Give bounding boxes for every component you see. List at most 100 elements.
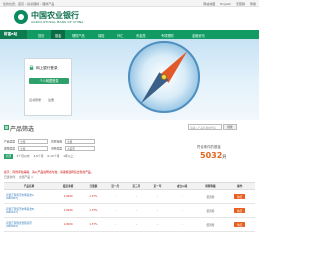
product-type-select[interactable]: 全部 — [18, 139, 49, 144]
nav-item-wealth[interactable]: 理财产品 — [72, 33, 85, 38]
nav-item-special[interactable]: 专项理财 — [161, 33, 174, 38]
product-name-cell[interactable]: 农银汇理货币市场基金A (660007) — [4, 189, 54, 204]
buy-button[interactable]: 购买 — [234, 221, 246, 228]
chip-3-6m[interactable]: 3-6个月 — [33, 154, 43, 158]
product-type-label: 产品类型 — [4, 139, 16, 144]
product-code: (000653) — [6, 225, 18, 228]
product-code: (660007) — [6, 197, 18, 200]
m3-cell: - — [125, 203, 147, 218]
m1-cell: - — [104, 189, 126, 204]
currency-select[interactable]: 人民币 — [65, 146, 96, 151]
since-cell: - — [168, 217, 197, 232]
since-cell: - — [168, 189, 197, 204]
filter-form: 产品类型 全部 风险等级 全部 期限类型 全部 币种类型 人民币 全部 3个月以… — [4, 139, 164, 169]
chip-6-12m[interactable]: 6-12个月 — [47, 154, 59, 158]
selected-conditions: 已选条件： 全部产品 × — [4, 175, 34, 179]
table-row: 农银汇理现金管理货币 (000653) 1.0000 1.37% - - - - … — [4, 217, 255, 232]
buy-button[interactable]: 购买 — [234, 207, 246, 214]
login-button[interactable]: 个人网银登录 — [29, 78, 69, 84]
term-type-select[interactable]: 全部 — [18, 146, 49, 151]
login-panel: 网上银行登录 个人网银登录 证书登录 注册 — [24, 58, 72, 116]
buy-button[interactable]: 购买 — [234, 193, 246, 200]
term-type-label: 期限类型 — [4, 146, 16, 151]
since-cell: - — [168, 203, 197, 218]
login-title: 网上银行登录 — [36, 66, 58, 70]
risk-cell: 低风险 — [196, 203, 225, 218]
product-code: (660107) — [6, 211, 18, 214]
filter-icon — [4, 125, 9, 130]
login-links: 证书登录 注册 — [29, 98, 60, 102]
nav-cell: 1.0000 — [54, 203, 83, 218]
col-header-nav[interactable]: 最近净值 — [54, 182, 83, 190]
day-change-cell: 1.37% — [82, 217, 105, 232]
filter-row-1: 产品类型 全部 风险等级 全部 — [4, 139, 97, 144]
search-button[interactable]: 搜索 — [223, 124, 237, 130]
col-header-since[interactable]: 成立以来 — [168, 182, 197, 190]
col-header-name[interactable]: 产品名称 — [4, 182, 54, 190]
sitemap-link[interactable]: 网站地图 — [203, 2, 215, 6]
col-header-m1[interactable]: 近一月 — [104, 182, 126, 190]
risk-cell: 低风险 — [196, 217, 225, 232]
nav-cell: 1.0000 — [54, 189, 83, 204]
accessibility-link[interactable]: 无障碍 — [236, 2, 245, 6]
register-link[interactable]: 注册 — [48, 98, 54, 102]
top-utility-bar: 您的位置：首页 › 投资理财 › 理财产品 网站地图 English 无障碍 繁… — [0, 0, 259, 7]
result-count: 5032只 — [200, 151, 226, 160]
m1-cell: - — [104, 217, 126, 232]
top-links: 网站地图 English 无障碍 繁體 — [199, 2, 256, 6]
risk-level-label: 风险等级 — [50, 139, 63, 144]
table-row: 农银汇理货币市场基金A (660007) 1.0000 1.37% - - - -… — [4, 189, 255, 204]
result-count-unit: 只 — [222, 154, 227, 159]
bank-logo[interactable]: 中国农业银行 AGRICULTURAL BANK OF CHINA — [14, 10, 94, 28]
traditional-link[interactable]: 繁體 — [250, 2, 256, 6]
day-change-cell: 1.37% — [82, 189, 105, 204]
nav-item-metal[interactable]: 贵金属 — [136, 33, 146, 38]
nav-item-forex[interactable]: 外汇 — [117, 33, 123, 38]
filter-title: 产品筛选 — [10, 126, 35, 133]
col-header-risk: 风险等级 — [196, 182, 225, 190]
y1-cell: - — [146, 189, 169, 204]
nav-item-home[interactable]: 首页 — [38, 33, 44, 38]
chip-all[interactable]: 全部 — [4, 154, 13, 159]
action-cell: 购买 — [224, 203, 255, 218]
english-link[interactable]: English — [220, 2, 231, 6]
product-search-input[interactable]: 请输入产品名称或代码 — [188, 124, 222, 130]
product-name-cell[interactable]: 农银汇理货币市场基金B (660107) — [4, 203, 54, 218]
chip-1y[interactable]: 1年以上 — [63, 154, 73, 158]
nav-item-fund[interactable]: 基金 — [51, 30, 66, 39]
table-header-row: 产品名称 最近净值 日涨跌 近一月 近三月 近一年 成立以来 风险等级 操作 — [4, 182, 255, 190]
term-chips: 全部 3个月以内 3-6个月 6-12个月 1年以上 — [4, 154, 76, 159]
result-summary-label: 符合条件的基金 — [197, 145, 221, 149]
risk-level-select[interactable]: 全部 — [65, 139, 96, 144]
main-nav: 财富e站 首页 基金 理财产品 保险 外汇 贵金属 专项理财 金融资讯 — [0, 30, 259, 39]
table-row: 农银汇理货币市场基金B (660107) 1.0000 1.37% - - - -… — [4, 203, 255, 218]
nav-item-news[interactable]: 金融资讯 — [192, 33, 205, 38]
y1-cell: - — [146, 217, 169, 232]
risk-hint: 提示：风险评估等级，请以产品说明书为准，请谨慎选择适合您的产品。 — [4, 170, 94, 174]
col-header-m3[interactable]: 近三月 — [125, 182, 147, 190]
risk-cell: 低风险 — [196, 189, 225, 204]
col-header-y1[interactable]: 近一年 — [146, 182, 169, 190]
chip-3m[interactable]: 3个月以内 — [17, 154, 30, 158]
logo-en-text: AGRICULTURAL BANK OF CHINA — [31, 20, 84, 24]
product-table: 产品名称 最近净值 日涨跌 近一月 近三月 近一年 成立以来 风险等级 操作 农… — [4, 182, 255, 232]
product-name-cell[interactable]: 农银汇理现金管理货币 (000653) — [4, 217, 54, 232]
nav-cell: 1.0000 — [54, 217, 83, 232]
m1-cell: - — [104, 203, 126, 218]
lock-icon — [29, 65, 34, 70]
logo-icon — [14, 10, 28, 24]
nav-item-insurance[interactable]: 保险 — [98, 33, 104, 38]
col-header-action: 操作 — [224, 182, 255, 190]
breadcrumb: 您的位置：首页 › 投资理财 › 理财产品 — [3, 1, 55, 6]
m3-cell: - — [125, 189, 147, 204]
nav-brand[interactable]: 财富e站 — [0, 30, 27, 39]
m3-cell: - — [125, 217, 147, 232]
currency-label: 币种类型 — [50, 146, 63, 151]
result-count-number: 5032 — [200, 151, 223, 160]
y1-cell: - — [146, 203, 169, 218]
col-header-day[interactable]: 日涨跌 — [82, 182, 105, 190]
certificate-login-link[interactable]: 证书登录 — [29, 98, 41, 102]
action-cell: 购买 — [224, 189, 255, 204]
day-change-cell: 1.37% — [82, 203, 105, 218]
action-cell: 购买 — [224, 217, 255, 232]
